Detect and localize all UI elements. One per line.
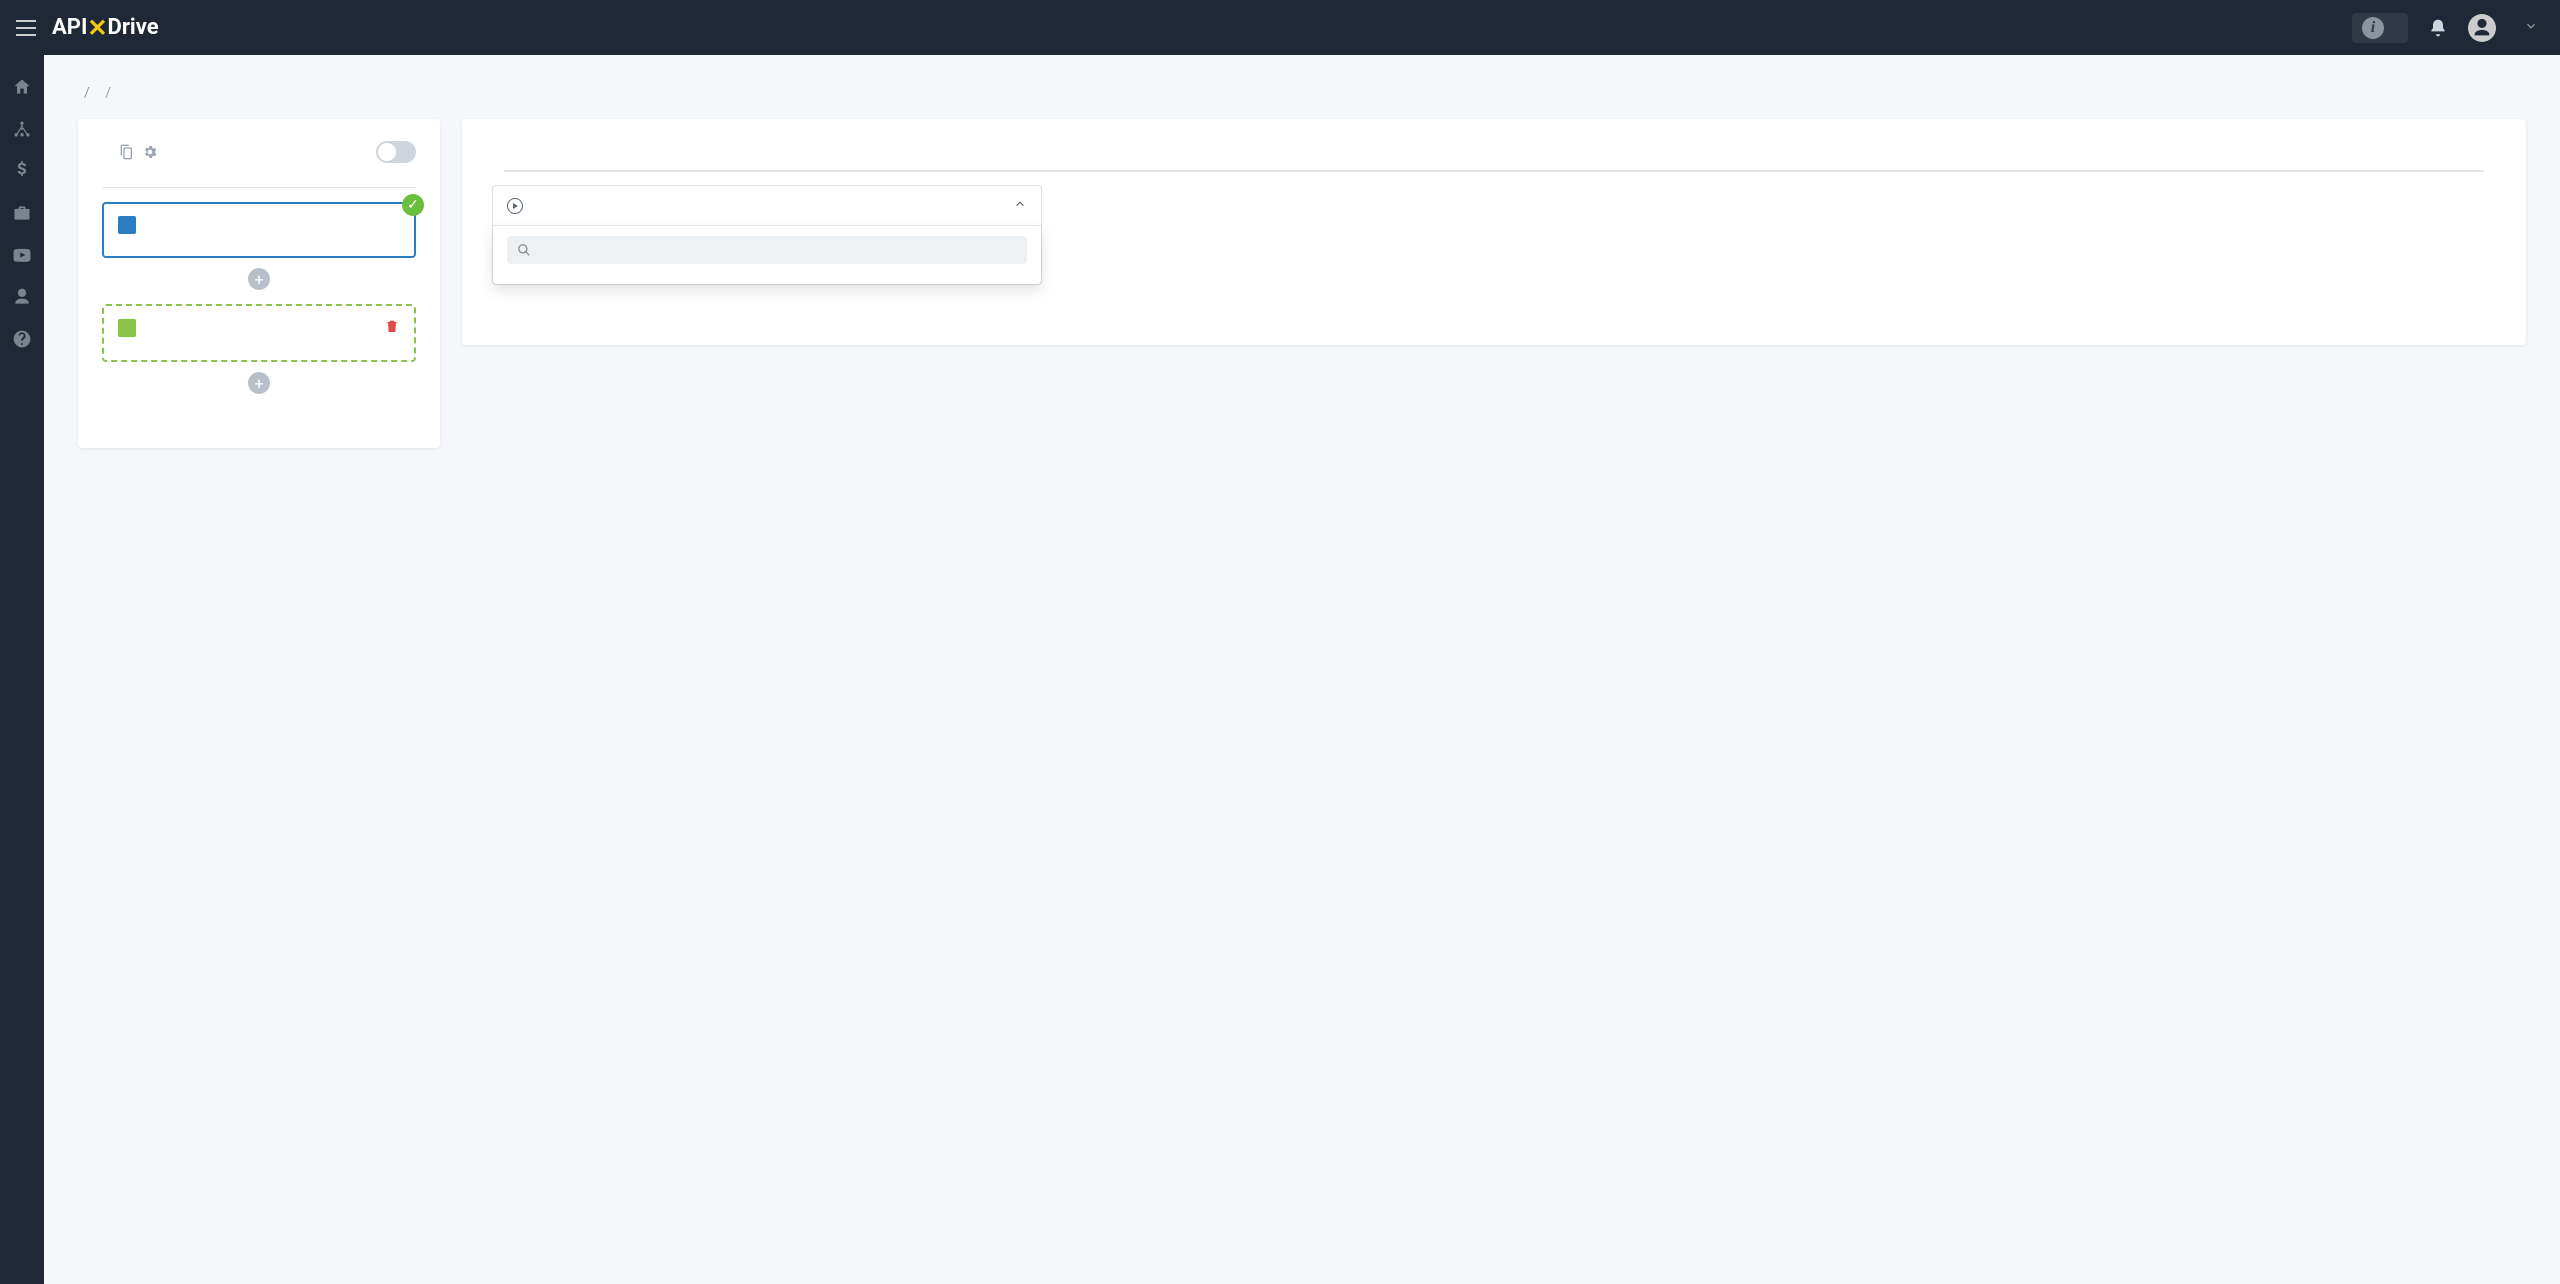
user-menu[interactable]	[2468, 14, 2506, 42]
dest-step-number	[118, 319, 136, 337]
logo[interactable]: API✕Drive	[52, 14, 159, 42]
gear-icon[interactable]	[142, 144, 158, 160]
add-destination-button[interactable]: +	[248, 372, 270, 394]
bell-icon[interactable]	[2428, 18, 2448, 38]
connection-toggle[interactable]	[376, 141, 416, 163]
check-icon: ✓	[402, 194, 424, 216]
play-icon	[507, 198, 523, 214]
action-dropdown-body	[493, 225, 1041, 284]
topbar: API✕Drive i	[0, 0, 2560, 55]
nav-briefcase[interactable]	[0, 193, 44, 233]
breadcrumb: / /	[78, 85, 2526, 101]
delete-destination-button[interactable]	[384, 318, 400, 338]
menu-toggle[interactable]	[14, 16, 38, 40]
data-destination-card[interactable]	[102, 304, 416, 362]
nav-home[interactable]	[0, 67, 44, 107]
nav-youtube[interactable]	[0, 235, 44, 275]
info-icon: i	[2362, 17, 2384, 39]
nav-help[interactable]	[0, 319, 44, 359]
action-search-input[interactable]	[539, 242, 1017, 258]
chevron-down-icon[interactable]	[2516, 17, 2546, 38]
action-dropdown-header[interactable]	[493, 186, 1041, 225]
sidebar	[0, 55, 44, 1284]
settings-panel	[462, 119, 2526, 345]
data-source-card[interactable]: ✓	[102, 202, 416, 258]
nav-connections[interactable]	[0, 109, 44, 149]
action-dropdown[interactable]	[492, 185, 1042, 285]
source-step-number	[118, 216, 136, 234]
connection-panel: ✓ + +	[78, 119, 440, 448]
nav-billing[interactable]	[0, 151, 44, 191]
add-source-button[interactable]: +	[248, 268, 270, 290]
chevron-up-icon	[1013, 196, 1027, 215]
connection-name	[102, 177, 416, 188]
avatar	[2468, 14, 2496, 42]
main: / / ✓ +	[44, 55, 2560, 1284]
copy-icon[interactable]	[118, 144, 134, 160]
action-search[interactable]	[507, 236, 1027, 264]
actions-counter[interactable]: i	[2352, 13, 2408, 43]
nav-account[interactable]	[0, 277, 44, 317]
